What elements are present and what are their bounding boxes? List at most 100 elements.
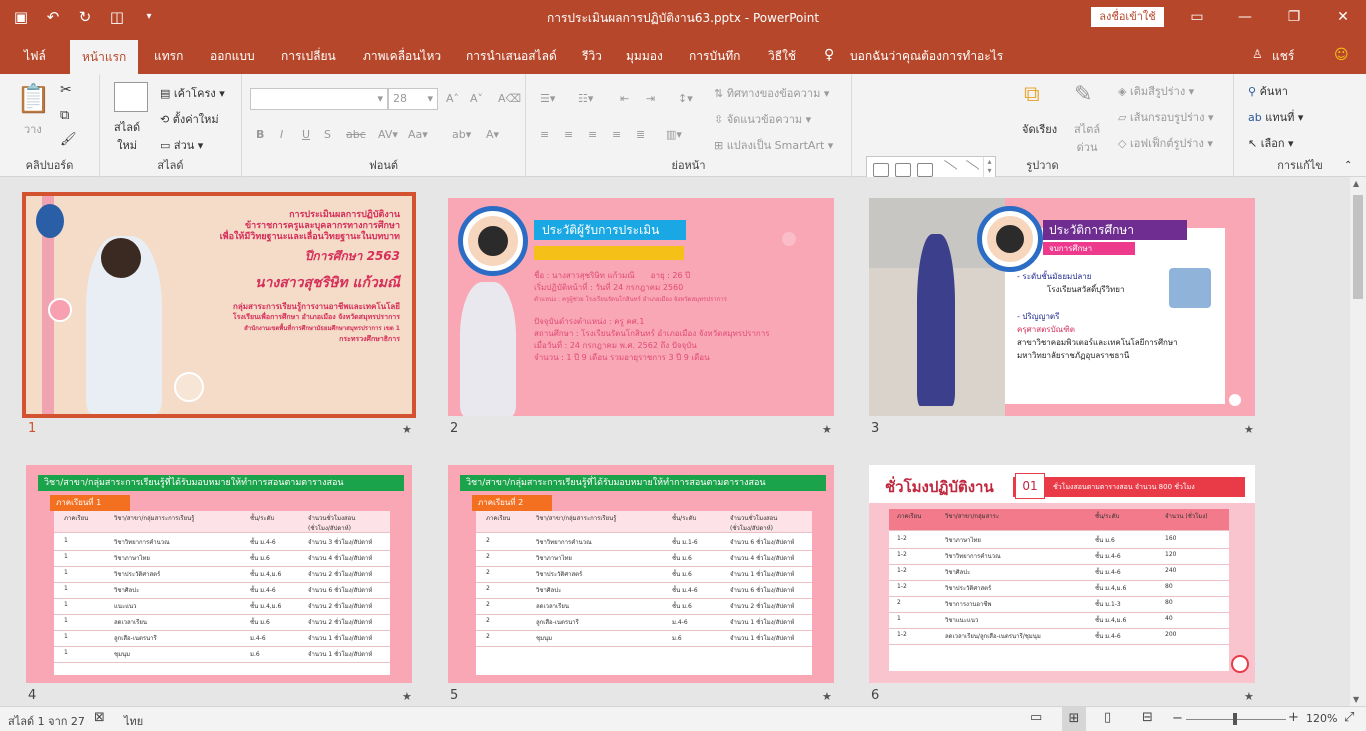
- reset-button[interactable]: ⟲ ตั้งค่าใหม่: [160, 110, 219, 128]
- zoom-level[interactable]: 120%: [1306, 712, 1337, 725]
- slide-thumbnail-2[interactable]: ประวัติผู้รับการประเมิน ชื่อ : นางสาวสุช…: [448, 198, 834, 416]
- reading-view-icon[interactable]: ▯: [1104, 710, 1111, 725]
- tab-view[interactable]: มุมมอง: [626, 47, 663, 67]
- shape-textbox-icon[interactable]: [917, 163, 933, 177]
- paste-button[interactable]: วาง: [24, 120, 42, 138]
- grow-font-icon[interactable]: A˄: [446, 92, 459, 105]
- layout-button[interactable]: ▤ เค้าโครง ▾: [160, 84, 225, 102]
- zoom-slider[interactable]: [1186, 713, 1286, 725]
- find-button[interactable]: ⚲ ค้นหา: [1248, 82, 1288, 100]
- align-center-icon[interactable]: ≡: [564, 128, 573, 141]
- justify-icon[interactable]: ≡: [612, 128, 621, 141]
- signin-button[interactable]: ลงชื่อเข้าใช้: [1091, 7, 1164, 27]
- transition-star-icon[interactable]: ★: [1244, 690, 1254, 703]
- present-from-start-icon[interactable]: ◫: [106, 6, 128, 28]
- language-indicator[interactable]: ไทย: [124, 712, 143, 730]
- line-spacing-icon[interactable]: ↕▾: [678, 92, 693, 105]
- shadow-icon[interactable]: S: [324, 128, 331, 141]
- transition-star-icon[interactable]: ★: [402, 690, 412, 703]
- normal-view-icon[interactable]: ▭: [1030, 710, 1042, 725]
- align-right-icon[interactable]: ≡: [588, 128, 597, 141]
- transition-star-icon[interactable]: ★: [402, 423, 412, 436]
- tab-help[interactable]: วิธีใช้: [768, 47, 796, 67]
- font-name-input[interactable]: ▾: [250, 88, 388, 110]
- tab-insert[interactable]: แทรก: [154, 47, 183, 67]
- shape-fill-button[interactable]: ◈ เติมสีรูปร่าง ▾: [1118, 82, 1194, 100]
- shape-rounded-icon[interactable]: [895, 163, 911, 177]
- shrink-font-icon[interactable]: A˅: [470, 92, 483, 105]
- tab-home[interactable]: หน้าแรก: [70, 40, 139, 74]
- text-direction-button[interactable]: ⇅ ทิศทางของข้อความ ▾: [714, 84, 829, 102]
- slide-thumbnail-4[interactable]: วิชา/สาขา/กลุ่มสาระการเรียนรู้ที่ได้รับม…: [26, 465, 412, 683]
- transition-star-icon[interactable]: ★: [1244, 423, 1254, 436]
- slide-sorter-view-icon[interactable]: ⊞: [1062, 707, 1086, 731]
- copy-icon[interactable]: ⧉: [60, 108, 69, 123]
- distributed-icon[interactable]: ≣: [636, 128, 645, 141]
- tab-review[interactable]: รีวิว: [582, 47, 602, 67]
- format-painter-icon[interactable]: 🖌: [60, 132, 77, 147]
- smiley-feedback-icon[interactable]: ☺: [1334, 47, 1349, 67]
- strikethrough-icon[interactable]: abc: [346, 128, 366, 141]
- new-slide-button[interactable]: สไลด์ ใหม่: [114, 118, 140, 154]
- restore-icon[interactable]: ❐: [1281, 6, 1307, 28]
- fit-to-window-icon[interactable]: ⤢: [1344, 710, 1354, 725]
- tab-animations[interactable]: ภาพเคลื่อนไหว: [363, 47, 441, 67]
- slide-thumbnail-5[interactable]: วิชา/สาขา/กลุ่มสาระการเรียนรู้ที่ได้รับม…: [448, 465, 834, 683]
- numbering-icon[interactable]: ☷▾: [578, 92, 593, 105]
- vertical-scrollbar[interactable]: ▲ ▼: [1350, 177, 1366, 706]
- convert-smartart-button[interactable]: ⊞ แปลงเป็น SmartArt ▾: [714, 136, 833, 154]
- transition-star-icon[interactable]: ★: [822, 690, 832, 703]
- slide-thumbnail-6[interactable]: ชั่วโมงปฏิบัติงาน 01 ชั่วโมงสอนตามตารางส…: [869, 465, 1255, 683]
- share-button[interactable]: แชร์: [1272, 47, 1294, 67]
- slide-thumbnail-3[interactable]: ประวัติการศึกษา จบการศึกษา - ระดับชั้นมั…: [869, 198, 1255, 416]
- highlight-icon[interactable]: ab▾: [452, 128, 471, 141]
- tab-design[interactable]: ออกแบบ: [210, 47, 255, 67]
- paste-icon[interactable]: 📋: [16, 82, 51, 115]
- cut-icon[interactable]: ✂: [60, 82, 72, 98]
- font-color-icon[interactable]: A▾: [486, 128, 499, 141]
- underline-icon[interactable]: U: [302, 128, 310, 141]
- undo-icon[interactable]: ↶: [42, 6, 64, 28]
- decrease-indent-icon[interactable]: ⇤: [620, 92, 629, 105]
- scroll-up-icon[interactable]: ▲: [1353, 179, 1359, 188]
- tab-file[interactable]: ไฟล์: [24, 47, 46, 67]
- increase-indent-icon[interactable]: ⇥: [646, 92, 655, 105]
- collapse-ribbon-icon[interactable]: ⌃: [1344, 160, 1352, 171]
- save-icon[interactable]: ▣: [10, 6, 32, 28]
- shape-callout-icon[interactable]: [873, 163, 889, 177]
- shape-effects-button[interactable]: ◇ เอฟเฟ็กต์รูปร่าง ▾: [1118, 134, 1213, 152]
- bullets-icon[interactable]: ☰▾: [540, 92, 555, 105]
- select-button[interactable]: ↖ เลือก ▾: [1248, 134, 1294, 152]
- tab-recording[interactable]: การบันทึก: [689, 47, 740, 67]
- tab-transitions[interactable]: การเปลี่ยน: [281, 47, 336, 67]
- spellcheck-icon[interactable]: ⊠: [94, 710, 105, 725]
- transition-star-icon[interactable]: ★: [822, 423, 832, 436]
- scroll-down-icon[interactable]: ▼: [1353, 695, 1359, 704]
- shape-outline-button[interactable]: ▱ เส้นกรอบรูปร่าง ▾: [1118, 108, 1214, 126]
- redo-icon[interactable]: ↻: [74, 6, 96, 28]
- ribbon-display-icon[interactable]: ▭: [1184, 6, 1210, 28]
- slide-thumbnail-1[interactable]: การประเมินผลการปฏิบัติงาน ข้าราชการครูแล…: [22, 192, 416, 418]
- section-button[interactable]: ▭ ส่วน ▾: [160, 136, 203, 154]
- font-size-input[interactable]: 28 ▾: [388, 88, 438, 110]
- slideshow-view-icon[interactable]: ⊟: [1142, 710, 1153, 725]
- tell-me-search[interactable]: บอกฉันว่าคุณต้องการทำอะไร: [850, 47, 1003, 67]
- arrange-icon[interactable]: ⧉: [1024, 82, 1040, 107]
- change-case-icon[interactable]: Aa▾: [408, 128, 428, 141]
- columns-icon[interactable]: ▥▾: [666, 128, 682, 141]
- char-spacing-icon[interactable]: AV▾: [378, 128, 398, 141]
- replace-button[interactable]: ab แทนที่ ▾: [1248, 108, 1303, 126]
- italic-icon[interactable]: I: [280, 128, 283, 141]
- close-icon[interactable]: ✕: [1330, 6, 1356, 28]
- quick-styles-icon[interactable]: ✎: [1074, 82, 1092, 107]
- customize-qat-icon[interactable]: ▾: [138, 6, 160, 28]
- minimize-icon[interactable]: —: [1232, 6, 1258, 28]
- tab-slideshow[interactable]: การนำเสนอสไลด์: [466, 47, 557, 67]
- scrollbar-thumb[interactable]: [1353, 195, 1363, 299]
- zoom-out-icon[interactable]: −: [1172, 711, 1183, 726]
- zoom-slider-thumb[interactable]: [1233, 713, 1238, 725]
- zoom-in-icon[interactable]: +: [1288, 710, 1299, 725]
- clear-formatting-icon[interactable]: A⌫: [498, 92, 521, 105]
- bold-icon[interactable]: B: [256, 128, 264, 141]
- new-slide-icon[interactable]: [114, 82, 148, 112]
